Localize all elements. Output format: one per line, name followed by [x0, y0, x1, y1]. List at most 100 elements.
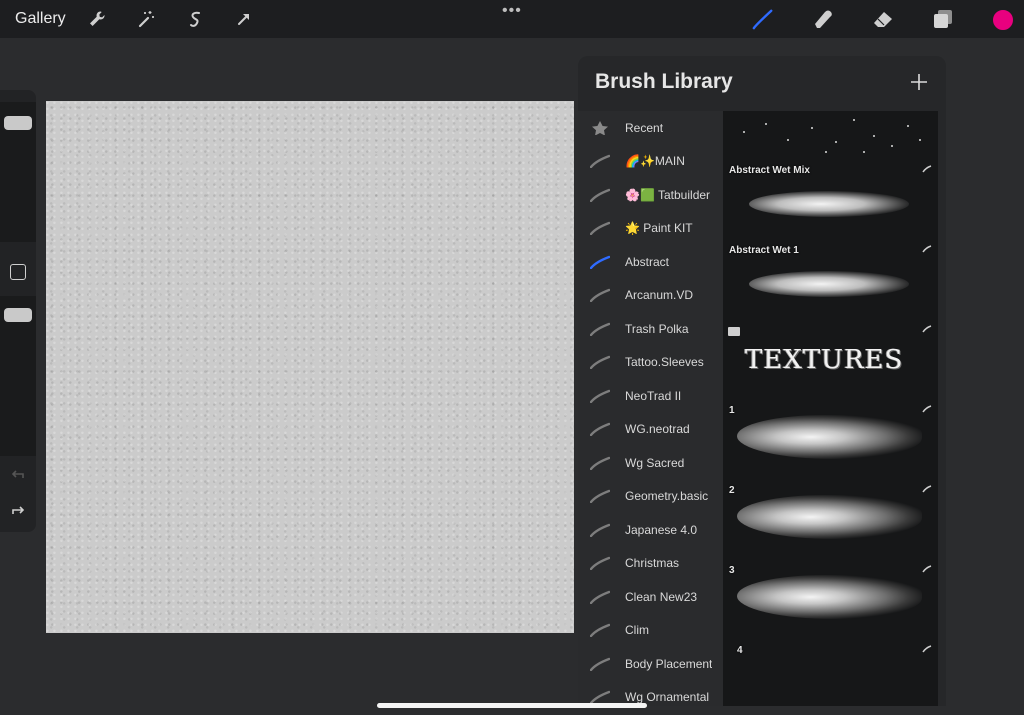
gallery-button[interactable]: Gallery	[15, 10, 66, 28]
brush-preview	[749, 191, 909, 217]
brush-set-label: Geometry.basic	[625, 488, 709, 503]
more-options-button[interactable]: •••	[502, 2, 522, 20]
brush-item[interactable]: 3	[723, 561, 938, 641]
brush-set-item[interactable]: 🌈✨MAIN	[578, 144, 723, 177]
brush-item[interactable]	[723, 111, 938, 161]
brush-stroke-icon	[590, 255, 610, 269]
brush-name: Abstract Wet 1	[729, 245, 799, 256]
magic-wand-icon[interactable]	[135, 8, 157, 30]
brush-set-item[interactable]: Clean New23	[578, 580, 723, 613]
brush-set-label: 🌟 Paint KIT	[625, 220, 693, 235]
brush-preview	[749, 271, 909, 297]
brush-item[interactable]: 4	[723, 641, 938, 706]
redo-arrow-icon[interactable]	[9, 502, 27, 518]
brush-set-item[interactable]: Tattoo.Sleeves	[578, 345, 723, 378]
brush-stroke-icon	[590, 489, 610, 503]
brush-stroke-icon	[590, 389, 610, 403]
brush-set-label: Recent	[625, 120, 664, 135]
brush-stroke-icon	[590, 422, 610, 436]
brush-size-slider[interactable]	[0, 102, 36, 242]
brush-library-panel: Brush Library Recent 🌈✨MAIN 🌸🟩 Tatbuilde…	[578, 56, 946, 706]
eraser-icon[interactable]	[872, 8, 894, 30]
brush-library-title: Brush Library	[595, 70, 733, 93]
brush-sets-list: Recent 🌈✨MAIN 🌸🟩 Tatbuilder 🌟 Paint KIT …	[578, 111, 723, 706]
home-indicator[interactable]	[377, 703, 647, 708]
brush-set-item[interactable]: 🌟 Paint KIT	[578, 211, 723, 244]
plus-icon[interactable]	[908, 71, 930, 93]
brush-stroke-icon	[590, 154, 610, 168]
wrench-icon[interactable]	[86, 8, 108, 30]
brush-stroke-icon	[590, 590, 610, 604]
brush-set-item[interactable]: Trash Polka	[578, 312, 723, 345]
brushes-list: Abstract Wet Mix Abstract Wet 1 TEXTURES…	[723, 111, 938, 706]
transform-arrow-icon[interactable]	[233, 8, 255, 30]
brush-name: 2	[729, 485, 735, 496]
smudge-icon[interactable]	[812, 8, 834, 30]
brush-stroke-icon	[922, 565, 932, 573]
brush-set-item[interactable]: Geometry.basic	[578, 479, 723, 512]
brush-stroke-icon	[590, 657, 610, 671]
brush-stroke-icon	[590, 456, 610, 470]
brush-item[interactable]: Abstract Wet 1	[723, 241, 938, 321]
modify-button[interactable]	[10, 264, 26, 280]
brush-set-label: Trash Polka	[625, 321, 689, 336]
brush-preview-text: TEXTURES	[745, 345, 904, 375]
brush-stroke-icon	[590, 623, 610, 637]
brush-stroke-icon	[922, 645, 932, 653]
brush-set-label: Japanese 4.0	[625, 522, 698, 537]
brush-item[interactable]: TEXTURES	[723, 321, 938, 401]
brush-set-item[interactable]: 🌸🟩 Tatbuilder	[578, 178, 723, 211]
brush-set-label: WG.neotrad	[625, 421, 690, 436]
star-icon	[592, 120, 608, 135]
brush-set-label: 🌈✨MAIN	[625, 153, 685, 168]
brush-set-item[interactable]: WG.neotrad	[578, 412, 723, 445]
brush-set-item[interactable]: Recent	[578, 111, 723, 144]
brush-size-thumb[interactable]	[4, 116, 32, 130]
brush-stroke-icon	[922, 485, 932, 493]
brush-item[interactable]: 1	[723, 401, 938, 481]
selection-icon[interactable]	[185, 8, 207, 30]
drawing-canvas[interactable]	[46, 101, 574, 633]
brush-set-label: Body Placement	[625, 656, 713, 671]
opacity-thumb[interactable]	[4, 308, 32, 322]
brush-stroke-icon	[590, 690, 610, 704]
brush-stroke-icon	[922, 165, 932, 173]
brush-preview	[737, 415, 922, 459]
brush-item[interactable]: Abstract Wet Mix	[723, 161, 938, 241]
folder-icon	[728, 327, 740, 336]
brush-stroke-icon	[590, 556, 610, 570]
brush-stroke-icon	[590, 523, 610, 537]
brush-name: 3	[729, 565, 735, 576]
brush-set-label: Clean New23	[625, 589, 698, 604]
brush-set-item-selected[interactable]: Abstract	[578, 245, 723, 278]
brush-item[interactable]: 2	[723, 481, 938, 561]
undo-arrow-icon[interactable]	[9, 466, 27, 482]
top-toolbar: Gallery •••	[0, 0, 1024, 38]
opacity-slider[interactable]	[0, 296, 36, 456]
brush-set-label: NeoTrad II	[625, 388, 682, 403]
layers-icon[interactable]	[932, 8, 954, 30]
brush-set-item[interactable]: Japanese 4.0	[578, 513, 723, 546]
brush-set-label: Tattoo.Sleeves	[625, 354, 704, 369]
brush-set-item[interactable]: Body Placement	[578, 647, 723, 680]
brush-preview	[737, 575, 922, 619]
brush-set-label: Christmas	[625, 555, 680, 570]
brush-name: 4	[737, 645, 743, 656]
brush-icon[interactable]	[752, 8, 774, 30]
brush-set-label: Arcanum.VD	[625, 287, 694, 302]
brush-stroke-icon	[922, 325, 932, 333]
brush-set-label: Wg Ornamental	[625, 689, 710, 704]
brush-set-item[interactable]: NeoTrad II	[578, 379, 723, 412]
brush-set-item[interactable]: Clim	[578, 613, 723, 646]
brush-stroke-icon	[922, 405, 932, 413]
brush-set-item[interactable]: Wg Sacred	[578, 446, 723, 479]
brush-stroke-icon	[590, 322, 610, 336]
brush-stroke-icon	[590, 355, 610, 369]
brush-set-item[interactable]: Arcanum.VD	[578, 278, 723, 311]
left-sidebar	[0, 90, 36, 532]
brush-stroke-icon	[590, 188, 610, 202]
brush-set-item[interactable]: Christmas	[578, 546, 723, 579]
brush-preview	[737, 495, 922, 539]
color-picker-button[interactable]	[991, 8, 1015, 32]
brush-stroke-icon	[922, 245, 932, 253]
